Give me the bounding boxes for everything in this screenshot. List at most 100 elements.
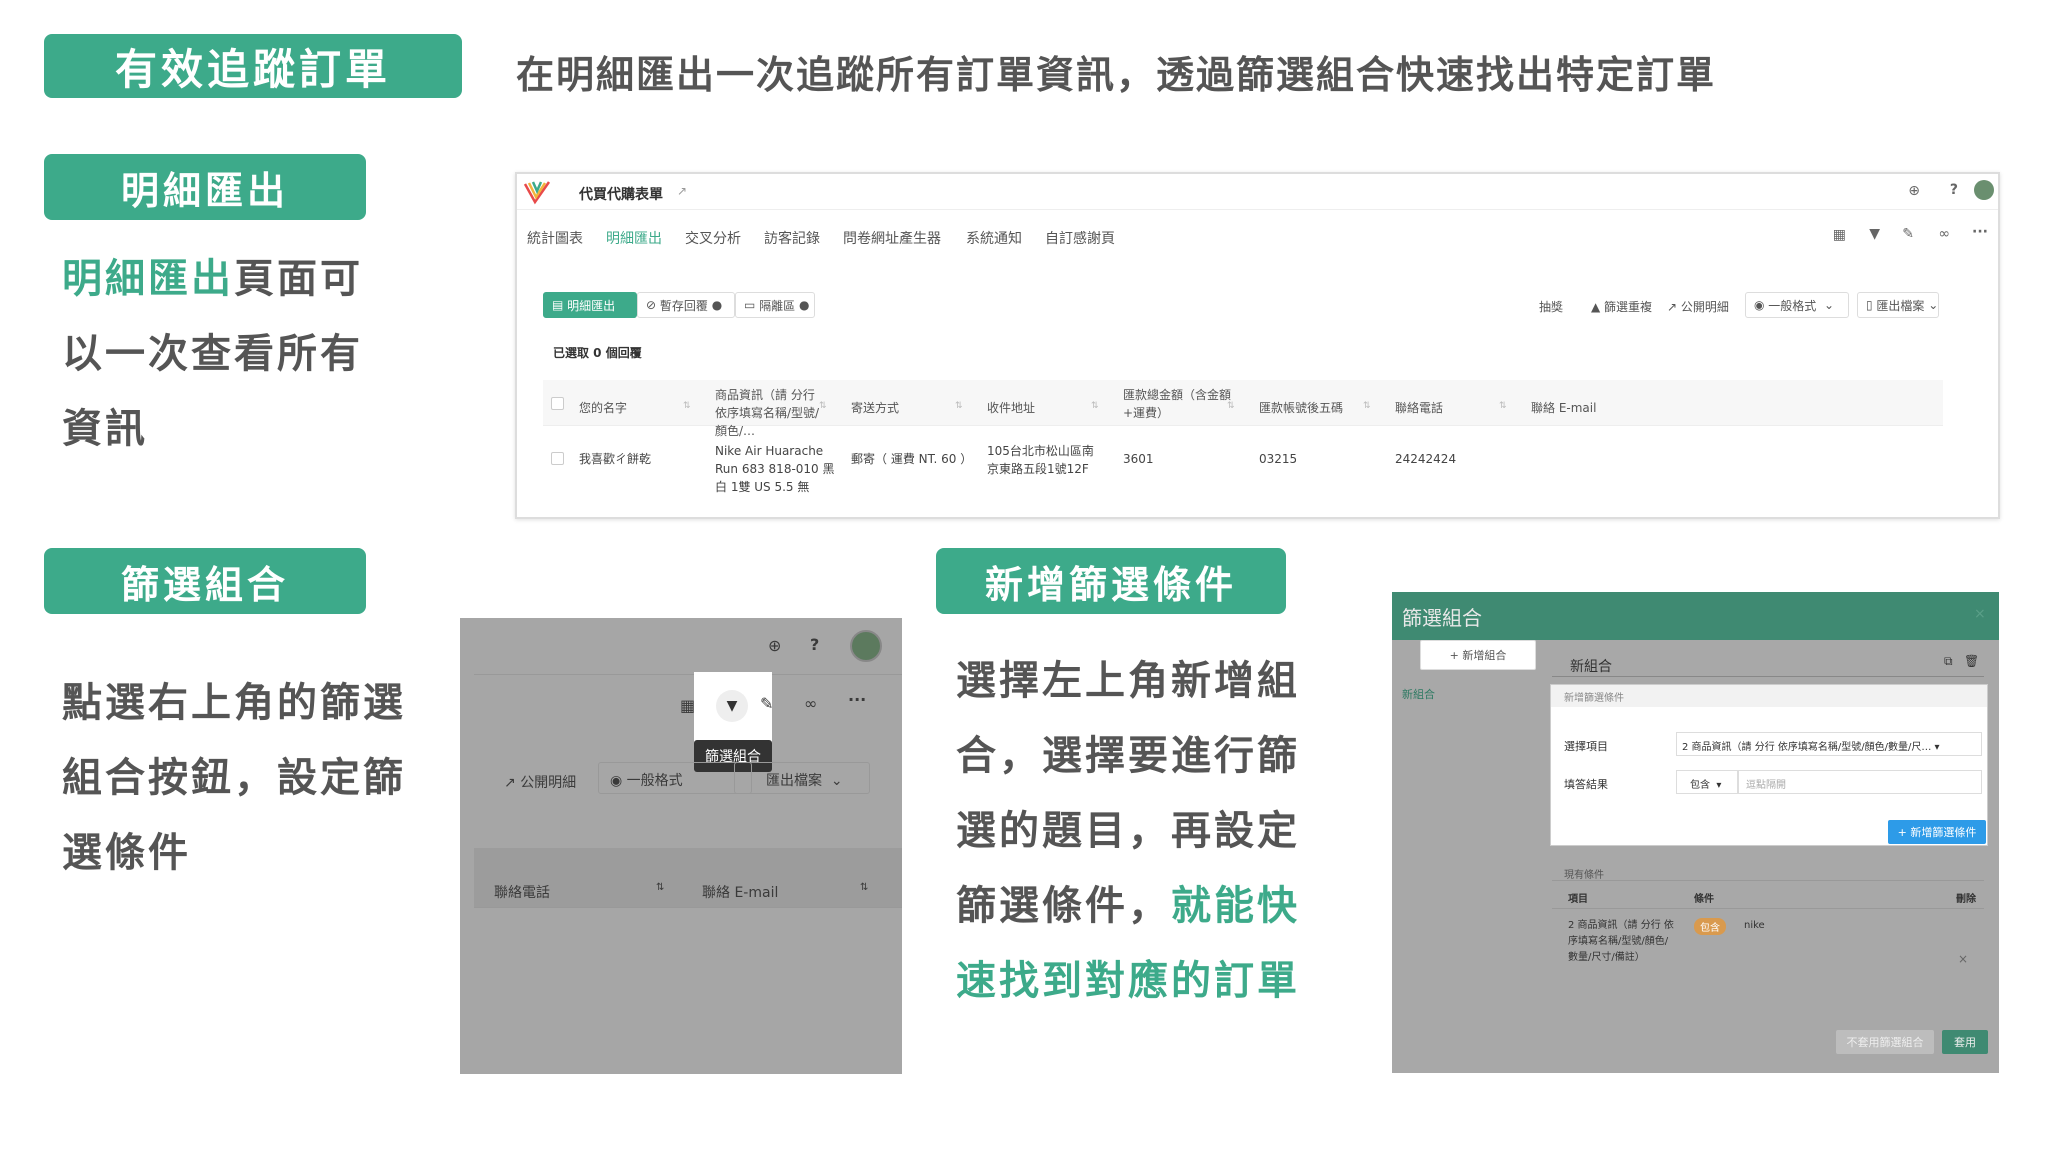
- export-file-button[interactable]: ▯ 匯出檔案 ⌄: [1857, 292, 1939, 318]
- export-page-screenshot: 代買代購表單 ↗ ⊕ ? 統計圖表 明細匯出 交叉分析 訪客記錄 問卷網址產生器…: [515, 172, 2000, 519]
- export-desc-line1: 頁面可: [234, 256, 363, 302]
- form-title[interactable]: 代買代購表單: [579, 184, 663, 204]
- col-phone: 聯絡電話: [494, 885, 550, 901]
- apply-button[interactable]: 套用: [1942, 1030, 1988, 1054]
- cond-value: nike: [1744, 920, 1765, 931]
- new-condition-header: 新增篩選條件: [1564, 693, 1624, 704]
- globe-icon[interactable]: ⊕: [768, 636, 781, 655]
- col-product[interactable]: 商品資訊（請 分行 依序填寫名稱/型號/顏色/…: [715, 386, 827, 440]
- col-delete: 刪除: [1956, 894, 1976, 905]
- lottery-button[interactable]: 抽獎: [1539, 298, 1563, 315]
- app-topbar: 代買代購表單 ↗ ⊕ ?: [517, 174, 1998, 210]
- selected-count: 已選取 0 個回覆: [553, 346, 642, 360]
- sort-icon[interactable]: ⇅: [1363, 401, 1371, 411]
- tab-stats[interactable]: 統計圖表: [527, 228, 583, 248]
- edit-icon[interactable]: ✎: [1902, 226, 1914, 242]
- sort-icon[interactable]: ⇅: [1499, 401, 1507, 411]
- col-amount[interactable]: 匯款總金額（含金額+運費）: [1123, 386, 1235, 422]
- sort-icon[interactable]: ⇅: [860, 882, 868, 893]
- cell-address: 105台北市松山區南京東路五段1號12F: [987, 444, 1094, 476]
- cell-product: Nike Air Huarache Run 683 818-010 黑白 1雙 …: [715, 444, 835, 494]
- avatar[interactable]: [850, 630, 882, 662]
- divider: [1552, 908, 1984, 909]
- more-icon[interactable]: ···: [848, 690, 866, 709]
- quarantine-button[interactable]: ▭ 隔離區 ●: [735, 292, 815, 318]
- close-icon[interactable]: ×: [1974, 606, 1986, 622]
- dialog-header: [1392, 592, 1999, 640]
- col-phone[interactable]: 聯絡電話: [1395, 399, 1443, 417]
- filter-desc-line3: 選條件: [62, 830, 191, 876]
- group-name: 新組合: [1570, 659, 1612, 675]
- add-group-button[interactable]: + 新增組合: [1420, 640, 1536, 670]
- cond-op-badge: 包含: [1694, 918, 1726, 935]
- col-item: 項目: [1568, 894, 1588, 905]
- globe-icon[interactable]: ⊕: [1908, 183, 1920, 199]
- sort-icon[interactable]: ⇅: [1091, 401, 1099, 411]
- app-nav: 統計圖表 明細匯出 交叉分析 訪客記錄 問卷網址產生器 系統通知 自訂感謝頁 ▦…: [517, 214, 1998, 256]
- new-filter-desc-line2: 合，選擇要進行篩: [956, 733, 1300, 779]
- tab-export[interactable]: 明細匯出: [606, 228, 662, 248]
- dialog-title: 篩選組合: [1402, 606, 1482, 630]
- answer-placeholder: 逗點隔開: [1746, 780, 1786, 791]
- more-icon[interactable]: ···: [1972, 224, 1988, 240]
- draft-replies-button[interactable]: ⊘ 暫存回覆 ●: [637, 292, 735, 318]
- sort-icon[interactable]: ⇅: [683, 401, 691, 411]
- tab-visitor-log[interactable]: 訪客記錄: [764, 228, 820, 248]
- operator-value: 包含 ▾: [1690, 780, 1722, 791]
- sort-icon[interactable]: ⇅: [819, 401, 827, 411]
- filter-desc-line1: 點選右上角的篩選: [62, 680, 406, 726]
- add-condition-button[interactable]: + 新增篩選條件: [1888, 820, 1986, 844]
- col-address[interactable]: 收件地址: [987, 399, 1035, 417]
- divider: [474, 674, 902, 675]
- current-conditions-header: 現有條件: [1564, 870, 1604, 881]
- new-filter-desc-line4: 篩選條件，: [956, 883, 1171, 929]
- calendar-icon[interactable]: ▦: [680, 696, 695, 715]
- select-all-checkbox[interactable]: [551, 397, 564, 410]
- filter-icon[interactable]: ▼: [716, 690, 748, 722]
- link-icon[interactable]: ∞: [804, 694, 817, 713]
- cell-shipping: 郵寄（ 運費 NT. 60 ）: [851, 452, 973, 466]
- filter-label: 篩選組合: [44, 548, 366, 614]
- tab-thanks-page[interactable]: 自訂感謝頁: [1045, 228, 1115, 248]
- export-detail-button[interactable]: ▤ 明細匯出: [543, 292, 637, 318]
- select-item-label: 選擇項目: [1564, 740, 1608, 753]
- filter-icon[interactable]: ▼: [1869, 226, 1880, 242]
- link-icon[interactable]: ∞: [1938, 226, 1950, 242]
- help-icon[interactable]: ?: [1950, 182, 1958, 198]
- col-email: 聯絡 E-mail: [702, 885, 779, 901]
- dedupe-button[interactable]: ▲ 篩選重複: [1591, 298, 1652, 315]
- tab-notifications[interactable]: 系統通知: [966, 228, 1022, 248]
- sort-icon[interactable]: ⇅: [955, 401, 963, 411]
- sort-icon[interactable]: ⇅: [656, 882, 664, 893]
- header-subtitle: 在明細匯出一次追蹤所有訂單資訊，透過篩選組合快速找出特定訂單: [516, 53, 1717, 97]
- sidebar-item-new-group[interactable]: 新組合: [1402, 686, 1435, 702]
- col-account[interactable]: 匯款帳號後五碼: [1259, 399, 1343, 417]
- external-link-icon[interactable]: ↗: [677, 184, 687, 198]
- no-apply-button[interactable]: 不套用篩選組合: [1836, 1030, 1934, 1054]
- cond-item: 2 商品資訊（請 分行 依序填寫名稱/型號/顏色/數量/尺寸/備註）: [1568, 920, 1674, 963]
- calendar-icon[interactable]: ▦: [1833, 227, 1846, 243]
- tab-url-generator[interactable]: 問卷網址產生器: [843, 228, 941, 248]
- col-name[interactable]: 您的名字: [579, 399, 627, 417]
- edit-icon[interactable]: ✎: [760, 694, 773, 713]
- format-select[interactable]: ◉ 一般格式 ⌄: [1745, 292, 1849, 318]
- trash-icon[interactable]: 🗑: [1964, 654, 1979, 668]
- copy-icon[interactable]: ⧉: [1944, 654, 1953, 669]
- tab-cross-analysis[interactable]: 交叉分析: [685, 228, 741, 248]
- row-checkbox[interactable]: [551, 452, 564, 465]
- filter-desc-line2: 組合按鈕，設定篩: [62, 755, 406, 801]
- public-detail-button[interactable]: ↗ 公開明細: [504, 772, 576, 792]
- select-item-value: 2 商品資訊（請 分行 依序填寫名稱/型號/顏色/數量/尺… ▾: [1682, 742, 1940, 753]
- public-detail-button[interactable]: ↗ 公開明細: [1667, 298, 1729, 315]
- sort-icon[interactable]: ⇅: [1227, 401, 1235, 411]
- col-email[interactable]: 聯絡 E-mail: [1531, 399, 1596, 417]
- avatar[interactable]: [1974, 180, 1994, 200]
- delete-icon[interactable]: ×: [1958, 952, 1968, 966]
- col-shipping[interactable]: 寄送方式: [851, 399, 899, 417]
- filter-button-screenshot: ⊕ ? ▦ ▼ ✎ ∞ ··· 篩選組合 ↗ 公開明細 ◉ 一般格式 匯出檔案 …: [460, 618, 902, 1074]
- cell-name: 我喜歡ㄔ餅乾: [579, 452, 652, 466]
- cell-account: 03215: [1259, 452, 1298, 466]
- help-icon[interactable]: ?: [810, 635, 819, 654]
- format-select-label: ◉ 一般格式: [610, 773, 683, 789]
- new-filter-desc-line3: 選的題目，再設定: [956, 808, 1300, 854]
